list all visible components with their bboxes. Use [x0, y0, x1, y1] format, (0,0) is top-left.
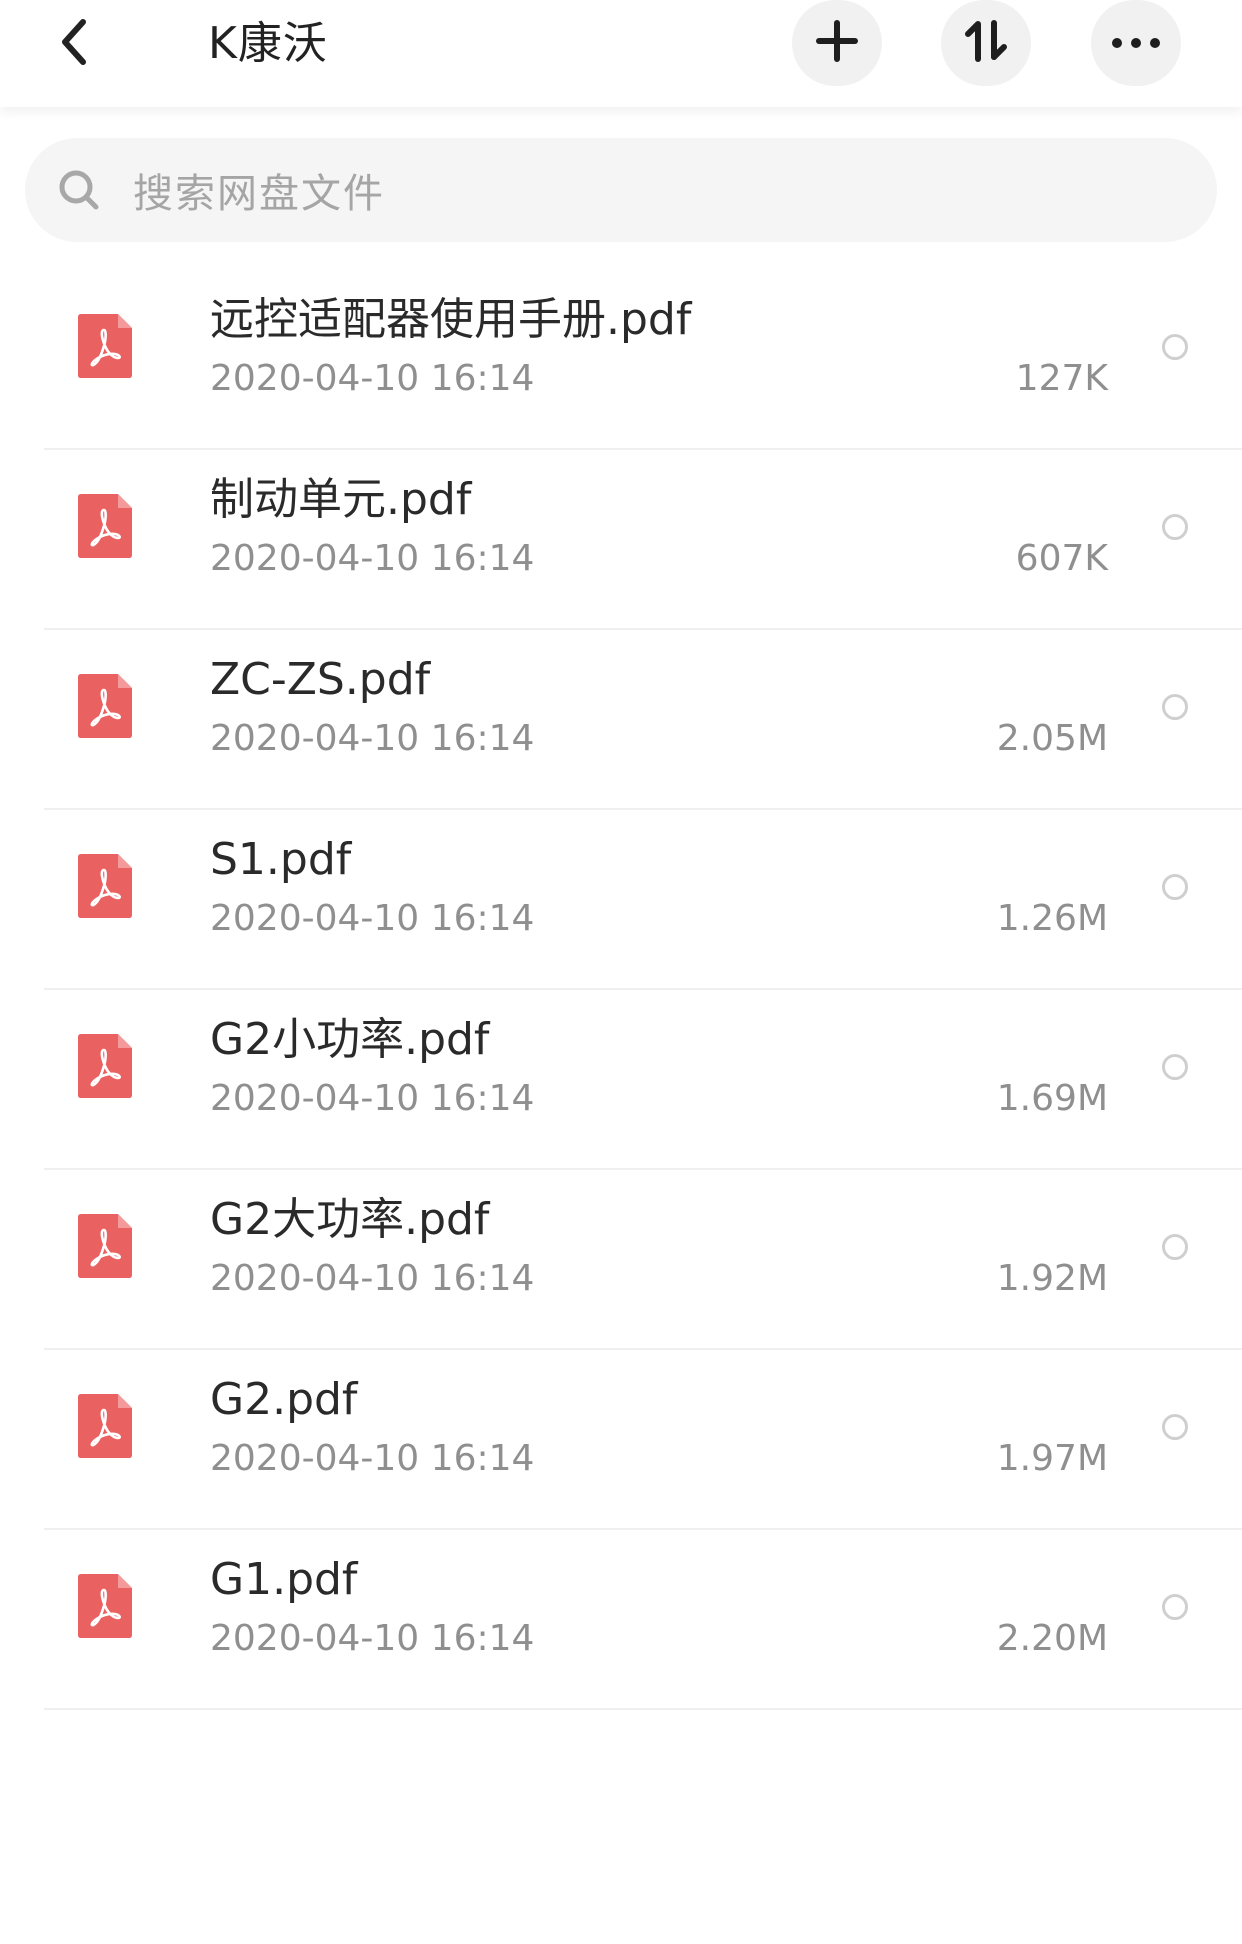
list-item[interactable]: 制动单元.pdf 2020-04-10 16:14 607K [0, 450, 1242, 630]
pdf-file-icon [78, 314, 132, 378]
file-size: 1.69M [996, 1078, 1108, 1119]
pdf-file-icon [78, 1574, 132, 1638]
file-size: 2.20M [996, 1618, 1108, 1659]
more-button[interactable] [1091, 0, 1181, 86]
file-date: 2020-04-10 16:14 [210, 718, 535, 759]
file-date: 2020-04-10 16:14 [210, 1618, 535, 1659]
divider [44, 1708, 1242, 1710]
file-size: 1.92M [996, 1258, 1108, 1299]
pdf-file-icon [78, 494, 132, 558]
search-placeholder: 搜索网盘文件 [133, 171, 385, 217]
select-radio[interactable] [1162, 1054, 1188, 1080]
file-date: 2020-04-10 16:14 [210, 1438, 535, 1479]
list-item[interactable]: G1.pdf 2020-04-10 16:14 2.20M [0, 1530, 1242, 1710]
list-item[interactable]: G2大功率.pdf 2020-04-10 16:14 1.92M [0, 1170, 1242, 1350]
file-date: 2020-04-10 16:14 [210, 358, 535, 399]
plus-icon [815, 19, 859, 67]
file-name: G2大功率.pdf [210, 1194, 490, 1245]
pdf-file-icon [78, 1034, 132, 1098]
page-title: K康沃 [208, 18, 328, 69]
pdf-file-icon [78, 1394, 132, 1458]
select-radio[interactable] [1162, 1414, 1188, 1440]
file-size: 1.97M [996, 1438, 1108, 1479]
list-item[interactable]: G2.pdf 2020-04-10 16:14 1.97M [0, 1350, 1242, 1530]
file-size: 2.05M [996, 718, 1108, 759]
pdf-file-icon [78, 674, 132, 738]
pdf-file-icon [78, 1214, 132, 1278]
file-date: 2020-04-10 16:14 [210, 1078, 535, 1119]
file-name: G2小功率.pdf [210, 1014, 490, 1065]
file-name: S1.pdf [210, 834, 352, 885]
file-browser-screen: K康沃 搜索网盘文件 远控适配器使用手册.pdf 2020-04-10 16:1… [0, 0, 1242, 1944]
file-size: 127K [1015, 358, 1108, 399]
header-bar: K康沃 [0, 0, 1242, 107]
select-radio[interactable] [1162, 694, 1188, 720]
file-date: 2020-04-10 16:14 [210, 538, 535, 579]
file-name: 制动单元.pdf [210, 474, 472, 525]
search-icon [55, 166, 103, 214]
file-name: 远控适配器使用手册.pdf [210, 294, 692, 345]
sort-button[interactable] [941, 0, 1031, 86]
list-item[interactable]: S1.pdf 2020-04-10 16:14 1.26M [0, 810, 1242, 990]
select-radio[interactable] [1162, 874, 1188, 900]
file-name: G1.pdf [210, 1554, 358, 1605]
file-name: ZC-ZS.pdf [210, 654, 431, 705]
file-name: G2.pdf [210, 1374, 358, 1425]
select-radio[interactable] [1162, 1594, 1188, 1620]
file-date: 2020-04-10 16:14 [210, 1258, 535, 1299]
select-radio[interactable] [1162, 1234, 1188, 1260]
file-date: 2020-04-10 16:14 [210, 898, 535, 939]
pdf-file-icon [78, 854, 132, 918]
file-size: 1.26M [996, 898, 1108, 939]
select-radio[interactable] [1162, 514, 1188, 540]
chevron-left-icon [59, 18, 89, 70]
list-item[interactable]: G2小功率.pdf 2020-04-10 16:14 1.69M [0, 990, 1242, 1170]
list-item[interactable]: 远控适配器使用手册.pdf 2020-04-10 16:14 127K [0, 270, 1242, 450]
sort-arrows-icon [964, 19, 1008, 67]
file-size: 607K [1015, 538, 1108, 579]
list-item[interactable]: ZC-ZS.pdf 2020-04-10 16:14 2.05M [0, 630, 1242, 810]
back-button[interactable] [44, 8, 104, 80]
select-radio[interactable] [1162, 334, 1188, 360]
add-button[interactable] [792, 0, 882, 86]
file-list: 远控适配器使用手册.pdf 2020-04-10 16:14 127K 制动单元… [0, 270, 1242, 1710]
more-dots-icon [1111, 34, 1161, 53]
search-input[interactable]: 搜索网盘文件 [25, 138, 1217, 242]
